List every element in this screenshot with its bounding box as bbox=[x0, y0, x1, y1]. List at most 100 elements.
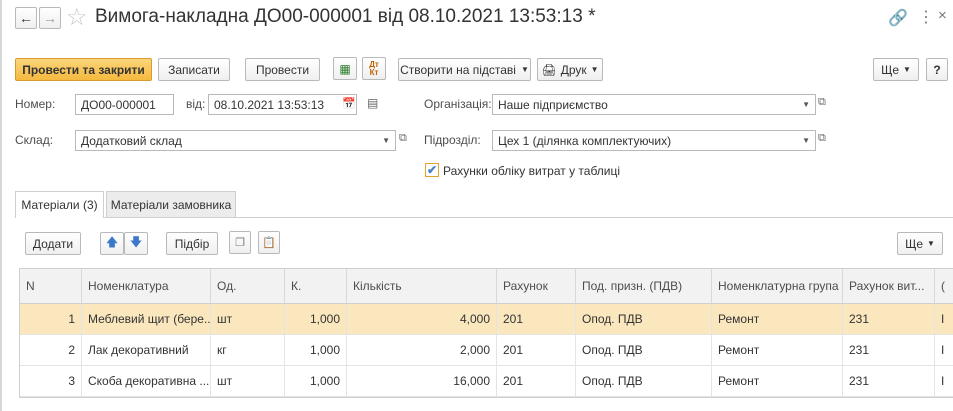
row-unit: шт bbox=[211, 366, 285, 396]
row-number: 1 bbox=[20, 304, 82, 334]
row-unit: шт bbox=[211, 304, 285, 334]
row-unit: кг bbox=[211, 335, 285, 365]
chevron-down-icon: ▼ bbox=[520, 65, 529, 74]
post-button[interactable]: Провести bbox=[245, 58, 320, 81]
arrow-left-icon: ← bbox=[19, 10, 33, 26]
open-warehouse-button[interactable]: ⧉ bbox=[399, 132, 407, 145]
row-k: 1,000 bbox=[285, 366, 347, 396]
table-row[interactable]: 3 Скоба декоративна ... шт 1,000 16,000 … bbox=[20, 366, 953, 397]
open-organization-button[interactable]: ⧉ bbox=[818, 96, 826, 109]
move-up-button[interactable]: 🡅 bbox=[100, 232, 124, 255]
warehouse-value: Додатковий склад bbox=[81, 133, 182, 148]
copy-row-button[interactable]: ❐ bbox=[229, 231, 251, 254]
tab-customer-materials[interactable]: Матеріали замовника bbox=[106, 191, 236, 218]
open-division-button[interactable]: ⧉ bbox=[818, 132, 826, 145]
post-and-close-button[interactable]: Провести та закрити bbox=[15, 58, 152, 81]
row-vat: Опод. ПДВ bbox=[576, 366, 712, 396]
col-header-quantity[interactable]: Кількість bbox=[347, 269, 497, 303]
col-header-k[interactable]: К. bbox=[285, 269, 347, 303]
row-vat: Опод. ПДВ bbox=[576, 304, 712, 334]
table-header: N Номенклатура Од. К. Кількість Рахунок … bbox=[20, 269, 953, 304]
structure-icon-button[interactable]: ▦ bbox=[333, 57, 357, 80]
number-label: Номер: bbox=[15, 97, 56, 111]
tab-materials[interactable]: Матеріали (3) bbox=[15, 191, 104, 218]
row-extra: I bbox=[941, 343, 945, 357]
organization-label: Організація: bbox=[424, 97, 492, 111]
cost-accounts-checkbox[interactable]: ✔ bbox=[425, 163, 439, 177]
table-row[interactable]: 1 Меблевий щит (бере... шт 1,000 4,000 2… bbox=[20, 304, 953, 335]
col-header-cost-account[interactable]: Рахунок вит... bbox=[843, 269, 935, 303]
col-header-vat[interactable]: Под. призн. (ПДВ) bbox=[576, 269, 712, 303]
chevron-down-icon: ▼ bbox=[903, 65, 911, 74]
row-vat: Опод. ПДВ bbox=[576, 335, 712, 365]
col-header-group[interactable]: Номенклатурна група bbox=[712, 269, 843, 303]
checkmark-icon: ✔ bbox=[426, 163, 438, 177]
table-row[interactable]: 2 Лак декоративний кг 1,000 2,000 201 Оп… bbox=[20, 335, 953, 366]
row-quantity: 16,000 bbox=[347, 366, 497, 396]
warehouse-field[interactable]: Додатковий склад ▼ bbox=[75, 130, 396, 151]
help-button[interactable]: ? bbox=[926, 58, 948, 81]
date-field[interactable]: 08.10.2021 13:53:13 bbox=[208, 94, 357, 115]
comment-icon[interactable]: ▤ bbox=[367, 96, 378, 110]
chevron-down-icon[interactable]: ▼ bbox=[802, 100, 810, 109]
organization-value: Наше підприємство bbox=[498, 97, 608, 112]
col-header-n[interactable]: N bbox=[20, 269, 82, 303]
dt-kt-icon: Дт Кт bbox=[369, 59, 379, 77]
copy-icon: ❐ bbox=[235, 237, 245, 249]
chevron-down-icon[interactable]: ▼ bbox=[802, 136, 810, 145]
row-number: 2 bbox=[20, 335, 82, 365]
division-field[interactable]: Цех 1 (ділянка комплектуючих) ▼ bbox=[492, 130, 816, 151]
nav-back-button[interactable]: ← bbox=[15, 7, 37, 29]
more-button[interactable]: Ще ▼ bbox=[873, 58, 919, 81]
date-label: від: bbox=[186, 97, 206, 111]
save-button[interactable]: Записати bbox=[158, 58, 230, 81]
col-header-unit[interactable]: Од. bbox=[211, 269, 285, 303]
kebab-icon[interactable]: ⋮ bbox=[918, 7, 934, 27]
add-row-button[interactable]: Додати bbox=[25, 232, 81, 255]
cost-accounts-checkbox-label[interactable]: Рахунки обліку витрат у таблиці bbox=[443, 164, 620, 178]
row-extra: I bbox=[941, 312, 945, 326]
more-label: Ще bbox=[881, 62, 899, 77]
table-more-button[interactable]: Ще ▼ bbox=[897, 232, 943, 255]
row-cost-account: 231 bbox=[843, 335, 935, 365]
row-nomenclature: Лак декоративний bbox=[82, 335, 211, 365]
chevron-down-icon[interactable]: ▼ bbox=[382, 136, 390, 145]
star-icon[interactable]: ☆ bbox=[66, 3, 88, 32]
arrow-up-icon: 🡅 bbox=[105, 235, 119, 249]
number-field[interactable]: ДО00-000001 bbox=[75, 94, 174, 115]
printer-icon: 🖨 bbox=[541, 62, 557, 77]
select-items-button[interactable]: Підбір bbox=[166, 232, 218, 255]
col-header-account[interactable]: Рахунок bbox=[497, 269, 576, 303]
create-based-on-button[interactable]: Створити на підставі ▼ bbox=[398, 58, 531, 81]
hierarchy-icon: ▦ bbox=[339, 61, 351, 76]
row-account: 201 bbox=[497, 335, 576, 365]
organization-field[interactable]: Наше підприємство ▼ bbox=[492, 94, 816, 115]
warehouse-label: Склад: bbox=[15, 133, 54, 147]
nav-forward-button[interactable]: → bbox=[39, 7, 61, 29]
row-group: Ремонт bbox=[712, 335, 843, 365]
row-quantity: 2,000 bbox=[347, 335, 497, 365]
row-account: 201 bbox=[497, 304, 576, 334]
move-down-button[interactable]: 🡇 bbox=[124, 232, 148, 255]
col-header-extra[interactable]: ( bbox=[935, 269, 953, 303]
accounting-entries-button[interactable]: Дт Кт bbox=[362, 57, 386, 80]
row-nomenclature: Скоба декоративна ... bbox=[82, 366, 211, 396]
close-icon[interactable]: × bbox=[938, 7, 947, 24]
link-icon[interactable]: 🔗 bbox=[888, 8, 908, 28]
row-cost-account: 231 bbox=[843, 366, 935, 396]
left-border bbox=[0, 0, 2, 411]
page-title: Вимога-накладна ДО00-000001 від 08.10.20… bbox=[95, 6, 596, 27]
calendar-icon[interactable]: 📅 bbox=[342, 97, 356, 110]
division-label: Підрозділ: bbox=[424, 133, 481, 147]
create-based-on-label: Створити на підставі bbox=[400, 62, 516, 77]
print-button[interactable]: 🖨 Друк ▼ bbox=[537, 58, 603, 81]
col-header-nomenclature[interactable]: Номенклатура bbox=[82, 269, 211, 303]
paste-row-button[interactable]: 📋 bbox=[258, 231, 280, 254]
chevron-down-icon: ▼ bbox=[927, 239, 935, 248]
arrow-right-icon: → bbox=[43, 10, 57, 26]
row-number: 3 bbox=[20, 366, 82, 396]
row-extra: I bbox=[941, 374, 945, 388]
date-value: 08.10.2021 13:53:13 bbox=[214, 97, 325, 112]
row-cost-account: 231 bbox=[843, 304, 935, 334]
row-group: Ремонт bbox=[712, 304, 843, 334]
